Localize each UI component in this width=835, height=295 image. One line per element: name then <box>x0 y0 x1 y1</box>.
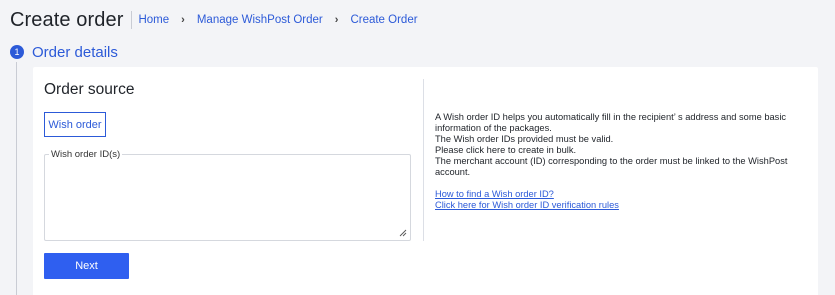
section-title: Order details <box>32 43 118 61</box>
step-timeline-line <box>16 62 17 295</box>
breadcrumb-create-order[interactable]: Create Order <box>350 14 417 26</box>
info-text: A Wish order ID helps you automatically … <box>435 112 787 133</box>
help-links: How to find a Wish order ID? Click here … <box>435 189 805 211</box>
info-text: Please click here to create in bulk. <box>435 145 577 155</box>
wish-order-id-label: Wish order ID(s) <box>49 149 123 160</box>
info-panel: A Wish order ID helps you automatically … <box>435 112 805 211</box>
wish-order-tab[interactable]: Wish order <box>44 112 106 137</box>
breadcrumb: Home › Manage WishPost Order › Create Or… <box>138 14 417 26</box>
order-source-panel: Order source Wish order Wish order ID(s)… <box>33 67 423 295</box>
title-divider <box>131 11 133 29</box>
wish-order-id-input[interactable] <box>47 163 408 237</box>
verification-rules-link[interactable]: Click here for Wish order ID verificatio… <box>435 200 805 211</box>
section-header: 1 Order details <box>10 42 118 62</box>
resize-handle-icon[interactable] <box>399 229 407 237</box>
chevron-right-icon: › <box>181 14 185 26</box>
order-details-card: Order source Wish order Wish order ID(s)… <box>33 67 818 295</box>
breadcrumb-manage-order[interactable]: Manage WishPost Order <box>197 14 323 26</box>
order-source-title: Order source <box>44 81 135 98</box>
page-title: Create order <box>10 8 124 31</box>
breadcrumb-home[interactable]: Home <box>138 14 169 26</box>
find-order-id-link[interactable]: How to find a Wish order ID? <box>435 189 805 200</box>
step-number-badge: 1 <box>10 45 24 59</box>
chevron-right-icon: › <box>334 14 339 26</box>
wish-order-id-field: Wish order ID(s) <box>44 149 411 241</box>
info-text: The merchant account (ID) corresponding … <box>435 156 788 177</box>
column-divider <box>423 79 424 241</box>
page-header: Create order Home › Manage WishPost Orde… <box>10 6 418 34</box>
info-text: The Wish order IDs provided must be vali… <box>435 134 614 144</box>
next-button[interactable]: Next <box>44 253 129 279</box>
